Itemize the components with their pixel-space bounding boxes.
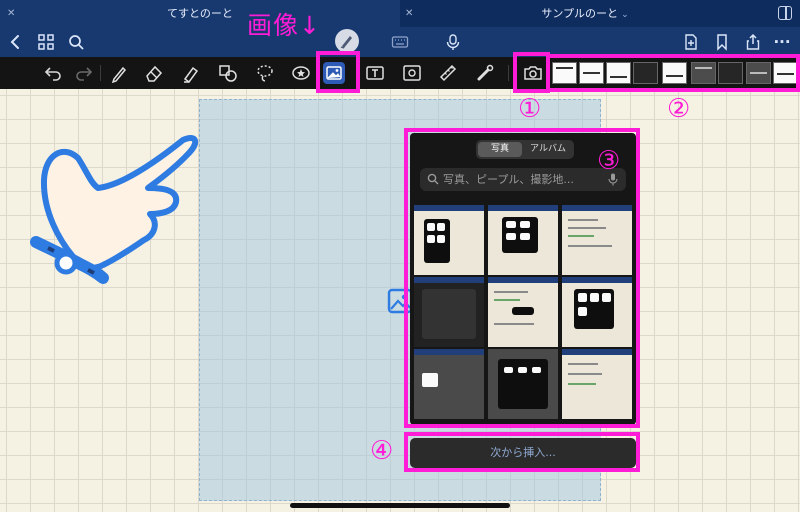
toolbar-divider — [508, 65, 509, 81]
annotation-image-label: 画像↓ — [247, 11, 321, 40]
annotation-highlight-image-tool — [316, 51, 360, 93]
shapes-icon[interactable] — [217, 62, 239, 84]
pointing-hand-doodle — [30, 134, 199, 284]
toolbar-divider — [100, 65, 101, 81]
grid-icon[interactable] — [36, 32, 56, 52]
split-view-icon[interactable] — [778, 6, 792, 20]
redo-icon[interactable] — [73, 62, 95, 84]
laser-pointer-icon[interactable] — [474, 62, 496, 84]
tab-sample-note[interactable]: ✕ サンプルのーと ⌄ — [400, 0, 770, 27]
lasso-icon[interactable] — [254, 62, 276, 84]
annotation-marker-2: ② — [667, 94, 691, 124]
home-indicator[interactable] — [290, 503, 510, 508]
highlighter-icon[interactable] — [180, 62, 202, 84]
more-icon[interactable]: ··· — [772, 32, 792, 52]
tab-title: てすとのーと — [167, 7, 233, 20]
tab-bar: ✕ てすとのーと ✕ サンプルのーと ⌄ — [0, 0, 800, 27]
add-page-icon[interactable] — [681, 32, 701, 52]
nav-bar: ··· — [0, 27, 800, 57]
ruler-icon[interactable] — [437, 62, 459, 84]
eraser-icon[interactable] — [143, 62, 165, 84]
annotation-marker-1: ① — [518, 94, 542, 124]
annotation-highlight-camera — [513, 52, 550, 93]
chevron-down-icon[interactable]: ⌄ — [621, 2, 629, 29]
tab-title-text: サンプルのーと — [541, 7, 619, 20]
microphone-icon[interactable] — [443, 32, 463, 52]
bookmark-icon[interactable] — [712, 32, 732, 52]
undo-icon[interactable] — [42, 62, 64, 84]
tab-title: サンプルのーと ⌄ — [400, 0, 770, 29]
annotation-marker-4: ④ — [370, 436, 394, 466]
annotation-highlight-recent-images — [546, 54, 800, 92]
pen-mode-icon[interactable] — [335, 29, 359, 53]
textbox-icon[interactable] — [364, 62, 386, 84]
chevron-left-icon[interactable] — [6, 32, 26, 52]
annotation-marker-3: ③ — [597, 146, 621, 176]
search-icon[interactable] — [66, 32, 86, 52]
tab-test-note[interactable]: ✕ てすとのーと — [0, 0, 400, 27]
annotation-highlight-insert-button — [404, 432, 640, 472]
image-capture-icon[interactable] — [401, 62, 423, 84]
pen-icon[interactable] — [108, 62, 130, 84]
sticker-icon[interactable] — [290, 62, 312, 84]
share-icon[interactable] — [743, 32, 763, 52]
keyboard-icon[interactable] — [390, 32, 410, 52]
